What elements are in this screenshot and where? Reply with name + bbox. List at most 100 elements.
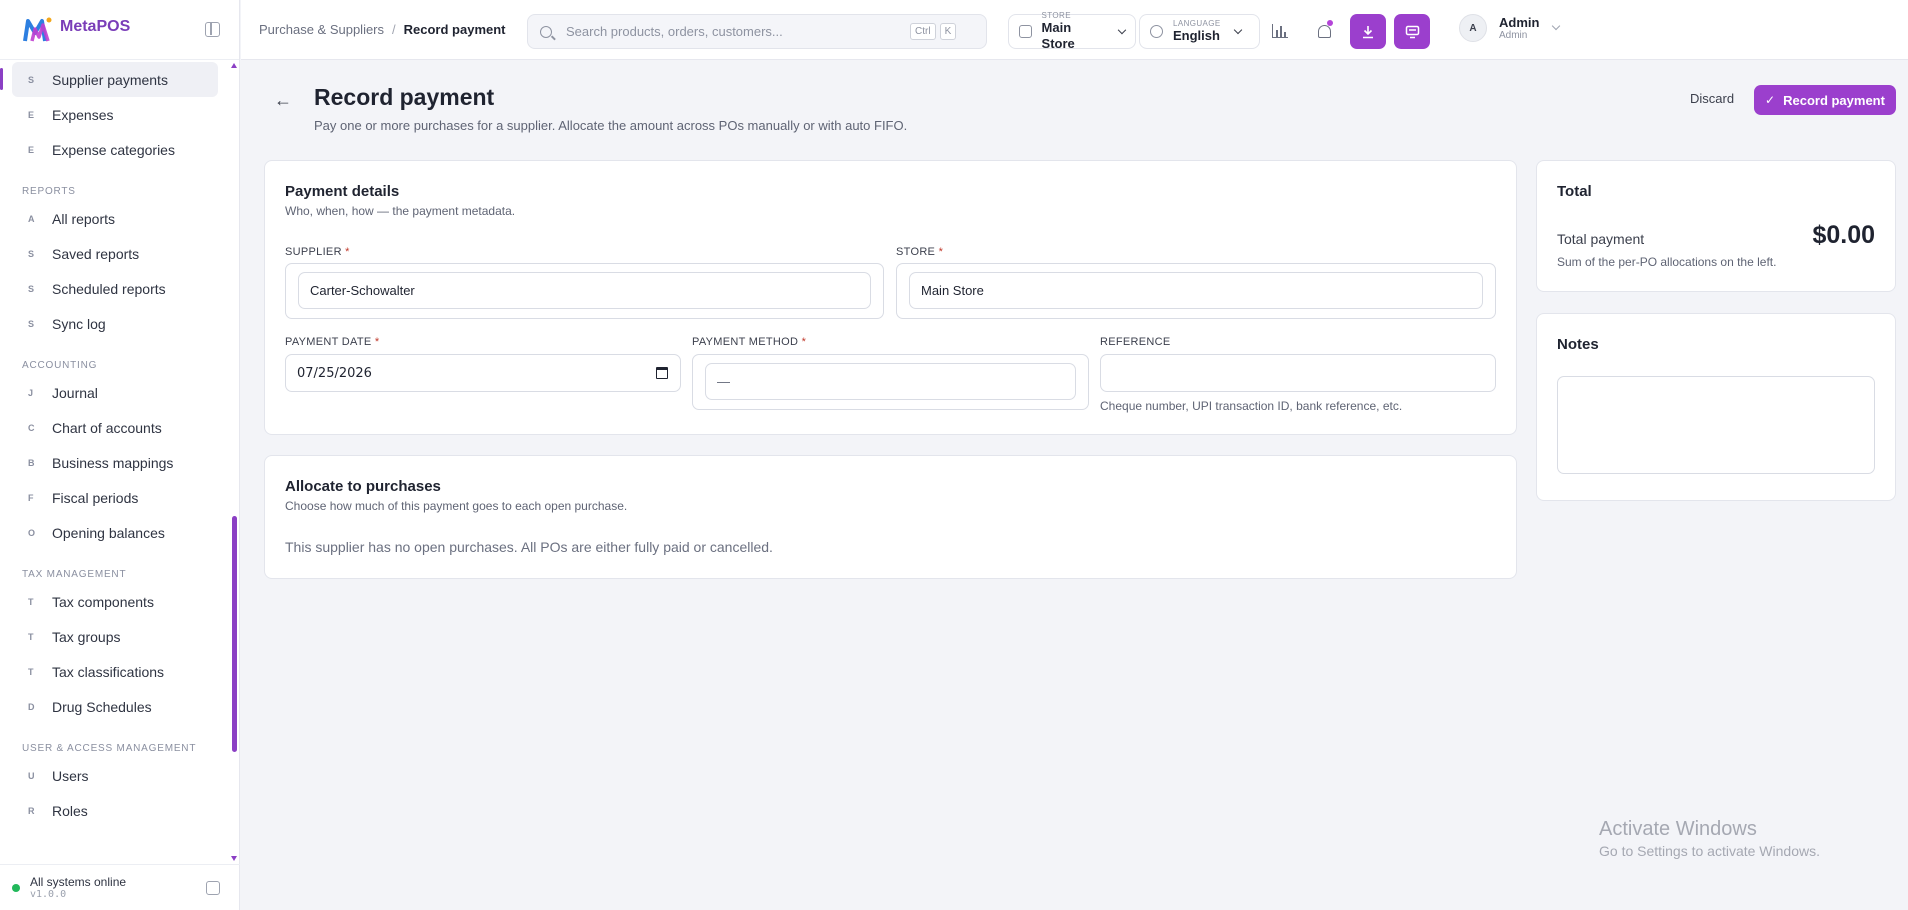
- sidebar-item-label: Fiscal periods: [52, 489, 139, 506]
- sidebar-collapse-icon[interactable]: [205, 22, 220, 37]
- notifications-button[interactable]: [1309, 16, 1339, 46]
- sidebar-item-opening-balances[interactable]: O Opening balances: [12, 515, 218, 550]
- payment-method-label: PAYMENT METHOD *: [692, 336, 807, 348]
- sidebar-item-roles[interactable]: R Roles: [12, 793, 218, 828]
- discard-button[interactable]: Discard: [1690, 91, 1734, 106]
- payment-method-field[interactable]: —: [705, 363, 1076, 400]
- sidebar-item-label: Supplier payments: [52, 71, 168, 88]
- page-subtitle: Pay one or more purchases for a supplier…: [314, 118, 908, 133]
- payment-date-value: 07/25/2026: [297, 365, 372, 381]
- store-field[interactable]: Main Store: [909, 272, 1483, 309]
- breadcrumb-separator: /: [392, 22, 396, 37]
- sidebar-item-label: Expenses: [52, 106, 114, 123]
- user-menu[interactable]: A Admin Admin: [1459, 14, 1561, 42]
- allocate-subtitle: Choose how much of this payment goes to …: [285, 499, 628, 513]
- scroll-down-icon[interactable]: [231, 856, 237, 861]
- sidebar-item-tax-groups[interactable]: T Tax groups: [12, 619, 218, 654]
- sidebar-item-letter-icon: T: [28, 596, 34, 607]
- sidebar-item-letter-icon: R: [28, 805, 35, 816]
- search-input[interactable]: [566, 24, 906, 39]
- global-search[interactable]: Ctrl K: [527, 14, 987, 49]
- payment-details-subtitle: Who, when, how — the payment metadata.: [285, 204, 516, 218]
- download-button[interactable]: [1350, 14, 1386, 49]
- sidebar-item-letter-icon: S: [28, 318, 35, 329]
- sidebar-item-journal[interactable]: J Journal: [12, 375, 218, 410]
- payment-method-combobox[interactable]: —: [692, 354, 1089, 410]
- notes-card: Notes: [1536, 313, 1896, 501]
- sidebar-item-tax-classifications[interactable]: T Tax classifications: [12, 654, 218, 689]
- total-title: Total: [1557, 183, 1592, 200]
- sidebar-item-users[interactable]: U Users: [12, 758, 218, 793]
- sidebar-item-sync-log[interactable]: S Sync log: [12, 306, 218, 341]
- sidebar-item-expense-categories[interactable]: E Expense categories: [12, 132, 218, 167]
- payment-date-field[interactable]: 07/25/2026: [285, 354, 681, 392]
- sidebar-item-label: Sync log: [52, 315, 106, 332]
- sidebar-item-letter-icon: E: [28, 109, 35, 120]
- breadcrumb-current: Record payment: [403, 22, 506, 37]
- sidebar-item-drug-schedules[interactable]: D Drug Schedules: [12, 689, 218, 724]
- scroll-up-icon[interactable]: [231, 63, 237, 68]
- calendar-icon[interactable]: [656, 367, 668, 379]
- avatar: A: [1459, 14, 1487, 42]
- store-selector[interactable]: STORE Main Store: [1008, 11, 1136, 51]
- shortcut-ctrl-key: Ctrl: [910, 23, 936, 40]
- sidebar-toggle-icon[interactable]: [206, 881, 220, 895]
- sidebar-item-letter-icon: F: [28, 492, 34, 503]
- sidebar-item-letter-icon: B: [28, 457, 35, 468]
- reference-input[interactable]: [1100, 354, 1496, 392]
- sidebar-item-letter-icon: A: [28, 213, 35, 224]
- notes-textarea[interactable]: [1557, 376, 1875, 474]
- empty-state-message: This supplier has no open purchases. All…: [285, 539, 773, 555]
- sidebar-item-letter-icon: C: [28, 422, 35, 433]
- status-online-icon: [12, 883, 20, 892]
- supplier-field[interactable]: Carter-Schowalter: [298, 272, 871, 309]
- store-selector-label: STORE: [1041, 11, 1071, 20]
- notes-title: Notes: [1557, 336, 1599, 353]
- sidebar-item-letter-icon: O: [28, 527, 36, 538]
- page-title: Record payment: [314, 84, 495, 110]
- sidebar-item-supplier-payments[interactable]: S Supplier payments: [0, 62, 218, 97]
- sidebar-scrollbar[interactable]: [232, 516, 237, 752]
- sidebar-item-fiscal-periods[interactable]: F Fiscal periods: [12, 480, 218, 515]
- sidebar-item-label: Tax components: [52, 593, 154, 610]
- sidebar-item-label: Expense categories: [52, 141, 175, 158]
- total-hint: Sum of the per-PO allocations on the lef…: [1557, 255, 1777, 269]
- sidebar-item-scheduled-reports[interactable]: S Scheduled reports: [12, 271, 218, 306]
- sidebar-item-label: All reports: [52, 210, 116, 227]
- breadcrumb-parent-link[interactable]: Purchase & Suppliers: [259, 22, 384, 37]
- total-payment-amount: $0.00: [1812, 221, 1875, 249]
- user-name: Admin: [1499, 15, 1540, 30]
- sidebar-item-letter-icon: S: [28, 248, 35, 259]
- record-payment-button[interactable]: ✓ Record payment: [1754, 85, 1896, 115]
- sidebar-item-chart-of-accounts[interactable]: C Chart of accounts: [12, 410, 218, 445]
- store-label: STORE *: [896, 246, 944, 258]
- windows-activation-watermark: Activate Windows Go to Settings to activ…: [1599, 818, 1820, 859]
- allocate-card: Allocate to purchases Choose how much of…: [264, 455, 1517, 579]
- sidebar-item-all-reports[interactable]: A All reports: [12, 201, 218, 236]
- total-card: Total Total payment $0.00 Sum of the per…: [1536, 160, 1896, 292]
- language-selector[interactable]: LANGUAGE English: [1139, 14, 1260, 49]
- bell-icon: [1317, 24, 1331, 38]
- chevron-down-icon: [1233, 25, 1242, 34]
- sidebar-item-expenses[interactable]: E Expenses: [12, 97, 218, 132]
- store-combobox[interactable]: Main Store: [896, 263, 1496, 319]
- sidebar-item-business-mappings[interactable]: B Business mappings: [12, 445, 218, 480]
- sidebar: MetaPOS S Supplier payments E Expenses E Expe…: [0, 0, 240, 910]
- brand-logo[interactable]: MetaPOS: [0, 0, 239, 60]
- supplier-combobox[interactable]: Carter-Schowalter: [285, 263, 884, 319]
- sidebar-item-label: Users: [52, 767, 89, 784]
- sidebar-item-saved-reports[interactable]: S Saved reports: [12, 236, 218, 271]
- back-arrow-icon[interactable]: ←: [274, 90, 292, 111]
- pos-terminal-button[interactable]: [1394, 14, 1430, 49]
- sidebar-item-label: Opening balances: [52, 524, 165, 541]
- sidebar-footer: All systems online v1.0.0: [0, 864, 240, 910]
- sidebar-item-label: Business mappings: [52, 454, 174, 471]
- sidebar-item-tax-components[interactable]: T Tax components: [12, 584, 218, 619]
- analytics-button[interactable]: [1265, 16, 1295, 46]
- sidebar-item-letter-icon: S: [28, 283, 35, 294]
- bar-chart-icon: [1272, 24, 1288, 38]
- top-bar: Purchase & Suppliers / Record payment Ctrl…: [241, 0, 1908, 60]
- sidebar-item-label: Chart of accounts: [52, 419, 162, 436]
- language-selector-value: English: [1173, 28, 1220, 43]
- payment-date-label: PAYMENT DATE *: [285, 336, 380, 348]
